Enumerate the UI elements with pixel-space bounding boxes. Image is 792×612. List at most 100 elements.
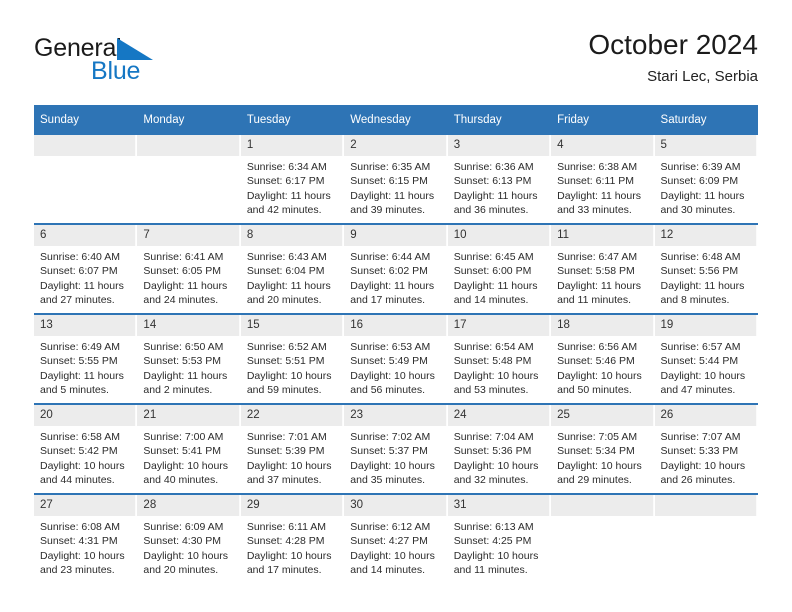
- calendar-day-cell[interactable]: 23 Sunrise: 7:02 AM Sunset: 5:37 PM Dayligh…: [344, 405, 448, 493]
- calendar-day-cell[interactable]: 6 Sunrise: 6:40 AM Sunset: 6:07 PM Daylight…: [34, 225, 138, 313]
- calendar-day-cell[interactable]: 11 Sunrise: 6:47 AM Sunset: 5:58 PM Dayligh…: [551, 225, 655, 313]
- sunrise-text: Sunrise: 6:50 AM: [143, 341, 224, 353]
- calendar-day-cell[interactable]: 15 Sunrise: 6:52 AM Sunset: 5:51 PM Dayligh…: [240, 315, 345, 403]
- daylight-text-line1: Daylight: 10 hours: [40, 459, 125, 472]
- weekday-header-thursday: Thursday: [447, 105, 552, 135]
- calendar-day-cell[interactable]: 30 Sunrise: 6:12 AM Sunset: 4:27 PM Dayligh…: [344, 495, 448, 583]
- daylight-text-line2: and 23 minutes.: [40, 564, 115, 577]
- daylight-text-line1: Daylight: 11 hours: [453, 279, 538, 292]
- day-number: 23: [344, 405, 447, 426]
- calendar-day-cell[interactable]: 10 Sunrise: 6:45 AM Sunset: 6:00 PM Dayligh…: [447, 225, 552, 313]
- sunrise-text: Sunrise: 7:01 AM: [246, 431, 327, 443]
- daylight-text-line1: Daylight: 10 hours: [350, 459, 435, 472]
- day-number: 15: [240, 315, 344, 336]
- calendar-day-cell[interactable]: 20 Sunrise: 6:58 AM Sunset: 5:42 PM Dayligh…: [34, 405, 138, 493]
- calendar-day-cell[interactable]: 18 Sunrise: 6:56 AM Sunset: 5:46 PM Dayligh…: [551, 315, 655, 403]
- daylight-text-line2: and 20 minutes.: [143, 564, 219, 577]
- calendar-day-cell[interactable]: 1 Sunrise: 6:34 AM Sunset: 6:17 PM Daylight…: [240, 135, 345, 223]
- day-number: [654, 495, 757, 516]
- daylight-text-line1: Daylight: 11 hours: [350, 279, 435, 292]
- day-number: 2: [344, 135, 447, 156]
- daylight-text-line2: and 17 minutes.: [246, 564, 322, 577]
- daylight-text-line2: and 17 minutes.: [350, 294, 425, 307]
- day-sun-info: Sunrise: 6:43 AM Sunset: 6:04 PM Daylight:…: [241, 246, 343, 308]
- daylight-text-line1: Daylight: 10 hours: [350, 549, 435, 562]
- weekday-header-friday: Friday: [551, 105, 655, 135]
- day-number: 29: [240, 495, 344, 516]
- daylight-text-line2: and 36 minutes.: [453, 204, 529, 217]
- daylight-text-line1: Daylight: 10 hours: [40, 549, 125, 562]
- day-number: [551, 495, 654, 516]
- sunset-text: Sunset: 5:51 PM: [246, 355, 325, 368]
- day-number: 20: [34, 405, 137, 426]
- calendar-day-cell[interactable]: 24 Sunrise: 7:04 AM Sunset: 5:36 PM Dayligh…: [447, 405, 552, 493]
- day-number: 8: [240, 225, 344, 246]
- calendar-day-cell[interactable]: 16 Sunrise: 6:53 AM Sunset: 5:49 PM Dayligh…: [344, 315, 448, 403]
- daylight-text-line1: Daylight: 11 hours: [350, 189, 435, 202]
- calendar-day-cell[interactable]: 19 Sunrise: 6:57 AM Sunset: 5:44 PM Dayligh…: [654, 315, 758, 403]
- daylight-text-line2: and 26 minutes.: [660, 474, 736, 487]
- weekday-header-saturday: Saturday: [654, 105, 758, 135]
- daylight-text-line2: and 5 minutes.: [40, 384, 109, 397]
- sunrise-text: Sunrise: 6:38 AM: [557, 161, 638, 173]
- calendar-day-cell[interactable]: 2 Sunrise: 6:35 AM Sunset: 6:15 PM Daylight…: [344, 135, 448, 223]
- calendar-day-cell[interactable]: 26 Sunrise: 7:07 AM Sunset: 5:33 PM Dayligh…: [654, 405, 758, 493]
- sunrise-text: Sunrise: 6:35 AM: [350, 161, 431, 173]
- calendar-day-cell[interactable]: 31 Sunrise: 6:13 AM Sunset: 4:25 PM Dayligh…: [447, 495, 552, 583]
- day-sun-info: Sunrise: 6:48 AM Sunset: 5:56 PM Daylight:…: [655, 246, 757, 308]
- daylight-text-line2: and 30 minutes.: [660, 204, 736, 217]
- calendar-day-cell[interactable]: 25 Sunrise: 7:05 AM Sunset: 5:34 PM Dayligh…: [551, 405, 655, 493]
- calendar-day-cell[interactable]: 12 Sunrise: 6:48 AM Sunset: 5:56 PM Dayligh…: [654, 225, 758, 313]
- calendar-day-cell[interactable]: 3 Sunrise: 6:36 AM Sunset: 6:13 PM Daylight…: [447, 135, 552, 223]
- day-sun-info: Sunrise: 6:09 AM Sunset: 4:30 PM Daylight:…: [137, 516, 239, 578]
- daylight-text-line2: and 47 minutes.: [660, 384, 736, 397]
- sunset-text: Sunset: 5:55 PM: [40, 355, 118, 368]
- sunrise-text: Sunrise: 6:54 AM: [453, 341, 534, 353]
- daylight-text-line2: and 27 minutes.: [40, 294, 115, 307]
- calendar-day-cell[interactable]: 27 Sunrise: 6:08 AM Sunset: 4:31 PM Dayligh…: [34, 495, 138, 583]
- day-number: 28: [137, 495, 240, 516]
- day-sun-info: Sunrise: 6:11 AM Sunset: 4:28 PM Daylight:…: [241, 516, 343, 578]
- daylight-text-line1: Daylight: 10 hours: [246, 369, 332, 382]
- brand-logo[interactable]: General Blue: [34, 34, 234, 94]
- day-sun-info: Sunrise: 6:34 AM Sunset: 6:17 PM Daylight:…: [241, 156, 343, 218]
- sunrise-text: Sunrise: 7:00 AM: [143, 431, 224, 443]
- sunrise-text: Sunrise: 6:49 AM: [40, 341, 120, 353]
- calendar-day-cell[interactable]: 28 Sunrise: 6:09 AM Sunset: 4:30 PM Dayligh…: [137, 495, 241, 583]
- daylight-text-line1: Daylight: 11 hours: [143, 369, 228, 382]
- calendar-day-cell[interactable]: 5 Sunrise: 6:39 AM Sunset: 6:09 PM Daylight…: [654, 135, 758, 223]
- sunrise-text: Sunrise: 6:58 AM: [40, 431, 120, 443]
- daylight-text-line1: Daylight: 10 hours: [557, 369, 642, 382]
- calendar-day-cell[interactable]: 8 Sunrise: 6:43 AM Sunset: 6:04 PM Daylight…: [240, 225, 345, 313]
- daylight-text-line1: Daylight: 11 hours: [660, 189, 745, 202]
- daylight-text-line1: Daylight: 10 hours: [453, 459, 539, 472]
- calendar-day-cell[interactable]: 22 Sunrise: 7:01 AM Sunset: 5:39 PM Dayligh…: [240, 405, 345, 493]
- sunset-text: Sunset: 4:30 PM: [143, 535, 222, 548]
- day-number: 25: [551, 405, 654, 426]
- calendar-table: Sunday Monday Tuesday Wednesday Thursday Frid…: [34, 105, 758, 583]
- brand-name-blue: Blue: [91, 57, 141, 85]
- daylight-text-line1: Daylight: 10 hours: [557, 459, 642, 472]
- calendar-day-cell[interactable]: 9 Sunrise: 6:44 AM Sunset: 6:02 PM Daylight…: [344, 225, 448, 313]
- calendar-week-row: 13 Sunrise: 6:49 AM Sunset: 5:55 PM Dayligh…: [34, 313, 758, 404]
- daylight-text-line1: Daylight: 10 hours: [660, 459, 746, 472]
- day-sun-info: Sunrise: 6:45 AM Sunset: 6:00 PM Daylight:…: [448, 246, 550, 308]
- daylight-text-line1: Daylight: 10 hours: [246, 459, 332, 472]
- calendar-day-cell[interactable]: 13 Sunrise: 6:49 AM Sunset: 5:55 PM Dayligh…: [34, 315, 138, 403]
- sunrise-text: Sunrise: 6:52 AM: [246, 341, 327, 353]
- calendar-day-cell[interactable]: 17 Sunrise: 6:54 AM Sunset: 5:48 PM Dayligh…: [447, 315, 552, 403]
- day-sun-info: Sunrise: 6:57 AM Sunset: 5:44 PM Daylight:…: [655, 336, 757, 398]
- calendar-day-cell[interactable]: 14 Sunrise: 6:50 AM Sunset: 5:53 PM Dayligh…: [137, 315, 241, 403]
- daylight-text-line1: Daylight: 10 hours: [453, 549, 539, 562]
- calendar-day-cell[interactable]: 4 Sunrise: 6:38 AM Sunset: 6:11 PM Daylight…: [551, 135, 655, 223]
- calendar-week-row: 6 Sunrise: 6:40 AM Sunset: 6:07 PM Daylight…: [34, 223, 758, 314]
- daylight-text-line2: and 29 minutes.: [557, 474, 632, 487]
- daylight-text-line2: and 44 minutes.: [40, 474, 115, 487]
- day-number: 22: [240, 405, 344, 426]
- calendar-day-cell[interactable]: 7 Sunrise: 6:41 AM Sunset: 6:05 PM Daylight…: [137, 225, 241, 313]
- calendar-day-cell[interactable]: 29 Sunrise: 6:11 AM Sunset: 4:28 PM Dayligh…: [240, 495, 345, 583]
- day-number: 10: [447, 225, 551, 246]
- page-header: General Blue October 2024 Stari Lec, Ser…: [34, 28, 758, 94]
- daylight-text-line1: Daylight: 11 hours: [246, 279, 331, 292]
- calendar-day-cell[interactable]: 21 Sunrise: 7:00 AM Sunset: 5:41 PM Dayligh…: [137, 405, 241, 493]
